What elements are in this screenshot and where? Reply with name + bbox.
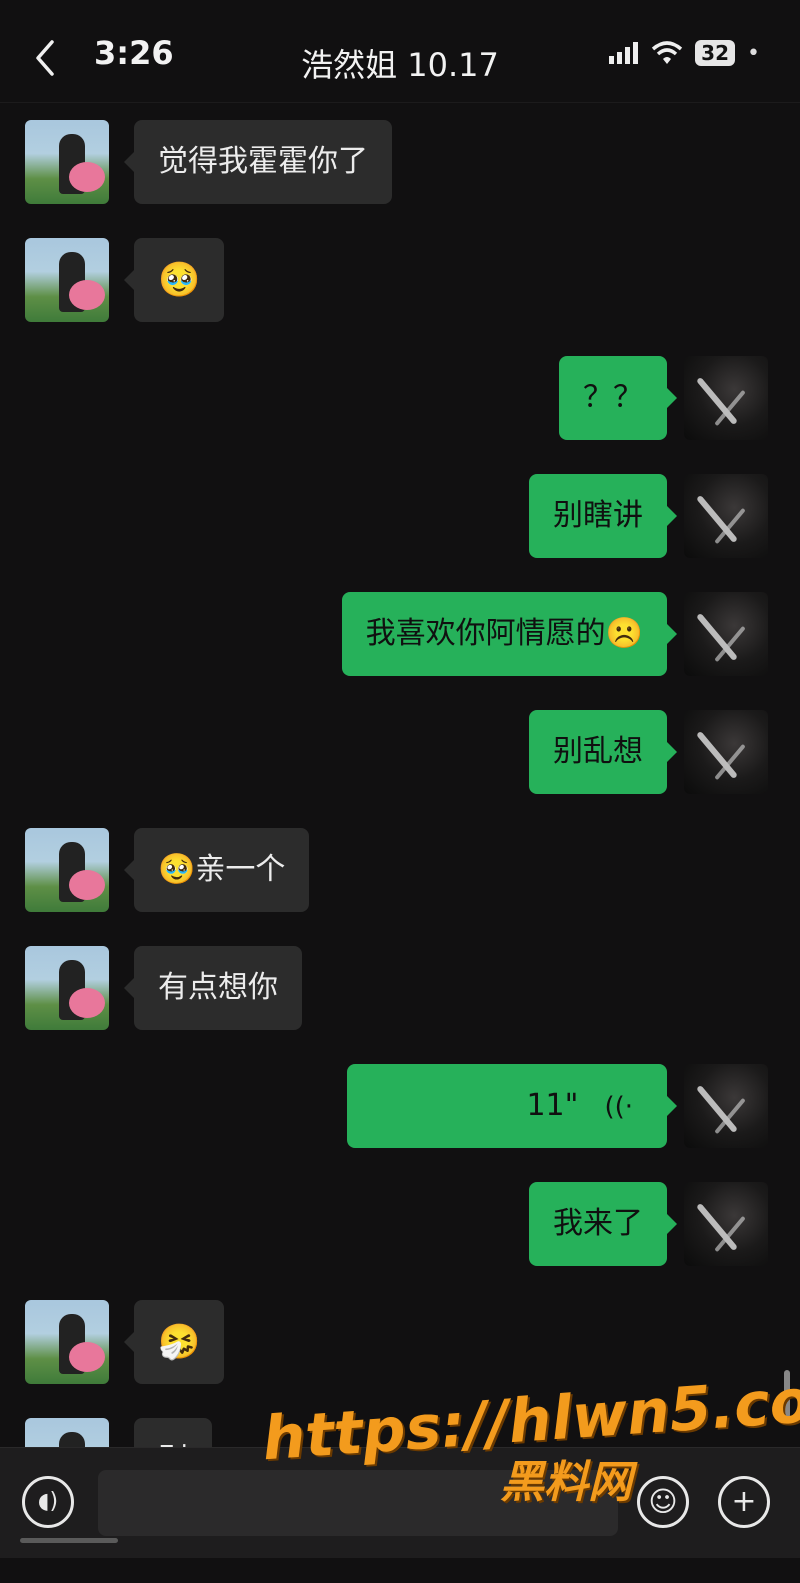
message-bubble[interactable]: 🤧 <box>123 1300 225 1384</box>
watermark: https://hlwn5.com 黑料网 <box>260 1362 800 1510</box>
message-bubble[interactable]: 别瞎讲 <box>529 474 677 558</box>
message-incoming: 觉得我霍霍你了 <box>0 120 800 204</box>
voice-duration: 11" <box>526 1088 579 1123</box>
message-bubble[interactable]: 🥹 <box>123 238 225 322</box>
voice-icon[interactable]: ◖) <box>22 1476 74 1528</box>
avatar[interactable] <box>684 710 768 794</box>
message-bubble[interactable]: ？？ <box>559 356 677 440</box>
avatar[interactable] <box>684 474 768 558</box>
avatar[interactable] <box>684 1182 768 1266</box>
message-bubble[interactable]: 我来了 <box>529 1182 677 1266</box>
message-bubble[interactable]: 觉得我霍霍你了 <box>124 120 392 204</box>
battery-indicator: 32 <box>695 40 736 66</box>
message-bubble[interactable]: 别乱想 <box>529 710 677 794</box>
message-outgoing: 别瞎讲 <box>0 474 800 558</box>
more-dots-icon: • <box>747 40 760 66</box>
avatar[interactable] <box>25 1418 109 1447</box>
message-outgoing: 别乱想 <box>0 710 800 794</box>
message-bubble[interactable]: 有点想你 <box>124 946 302 1030</box>
message-bubble[interactable]: 🥹亲一个 <box>123 828 310 912</box>
wifi-icon <box>652 41 683 64</box>
voice-message-bubble[interactable]: 11" ((· <box>347 1064 677 1148</box>
message-outgoing: ？？ <box>0 356 800 440</box>
avatar[interactable] <box>684 592 768 676</box>
avatar[interactable] <box>684 356 768 440</box>
avatar[interactable] <box>25 1300 109 1384</box>
voice-wave-icon: ((· <box>604 1092 633 1122</box>
message-bubble[interactable]: 我喜欢你阿情愿的☹️ <box>341 592 678 676</box>
message-incoming: 🤧 <box>0 1300 800 1384</box>
message-incoming: 🥹 <box>0 238 800 322</box>
message-outgoing: 我喜欢你阿情愿的☹️ <box>0 592 800 676</box>
message-list[interactable]: 觉得我霍霍你了 🥹 ？？ 别瞎讲 我喜欢你阿情愿的☹️ 别乱想 🥹亲一个 有点想… <box>0 102 800 1447</box>
message-incoming: 🥹亲一个 <box>0 828 800 912</box>
signal-icon <box>609 42 639 64</box>
message-bubble[interactable]: 别 <box>134 1418 212 1447</box>
top-bar: 3:26 浩然姐 10.17 32 • <box>0 0 800 103</box>
avatar[interactable] <box>25 120 109 204</box>
avatar[interactable] <box>684 1064 768 1148</box>
progress-bar <box>20 1538 118 1543</box>
message-outgoing-voice: 11" ((· <box>0 1064 800 1148</box>
avatar[interactable] <box>25 238 109 322</box>
avatar[interactable] <box>25 828 109 912</box>
status-icons: 32 • <box>609 40 760 66</box>
message-outgoing: 我来了 <box>0 1182 800 1266</box>
message-incoming: 有点想你 <box>0 946 800 1030</box>
avatar[interactable] <box>25 946 109 1030</box>
